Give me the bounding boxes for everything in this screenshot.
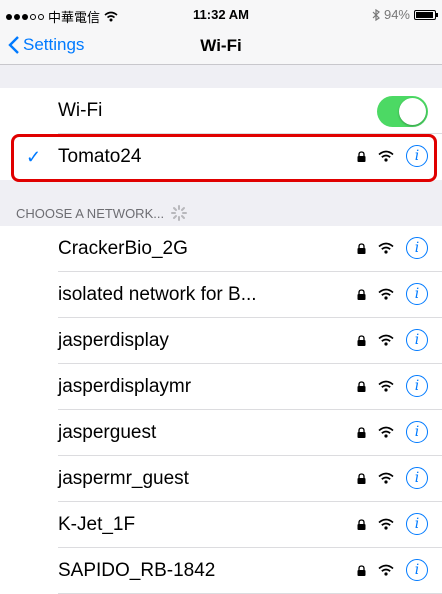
network-name: CrackerBio_2G bbox=[58, 238, 188, 259]
network-icons: i bbox=[357, 375, 428, 397]
wifi-toggle-switch[interactable] bbox=[377, 96, 428, 127]
wifi-signal-icon bbox=[378, 334, 394, 346]
network-name: jasperdisplaymr bbox=[58, 376, 192, 397]
wifi-signal-icon bbox=[378, 380, 394, 392]
network-icons: i bbox=[357, 237, 428, 259]
info-icon[interactable]: i bbox=[406, 559, 428, 581]
network-icons: i bbox=[357, 559, 428, 581]
network-icons: i bbox=[357, 513, 428, 535]
network-row[interactable]: SAPIDO_RB-1842 i bbox=[0, 548, 442, 594]
status-bar: 中華電信 11:32 AM 94% bbox=[0, 0, 442, 26]
info-icon[interactable]: i bbox=[406, 283, 428, 305]
network-list: CrackerBio_2G i isolated network for B..… bbox=[0, 226, 442, 594]
toggle-knob bbox=[399, 98, 426, 125]
section-header: CHOOSE A NETWORK... bbox=[16, 204, 188, 222]
lock-icon bbox=[357, 380, 366, 392]
battery-icon bbox=[414, 9, 438, 20]
network-icons: i bbox=[357, 283, 428, 305]
info-icon[interactable]: i bbox=[406, 467, 428, 489]
wifi-signal-icon bbox=[378, 518, 394, 530]
network-icons: i bbox=[357, 145, 428, 167]
network-row[interactable]: jasperguest i bbox=[0, 410, 442, 456]
wifi-signal-icon bbox=[378, 242, 394, 254]
lock-icon bbox=[357, 518, 366, 530]
wifi-signal-icon bbox=[378, 150, 394, 162]
wifi-signal-icon bbox=[378, 426, 394, 438]
network-row[interactable]: CrackerBio_2G i bbox=[0, 226, 442, 272]
lock-icon bbox=[357, 288, 366, 300]
network-row[interactable]: isolated network for B... i bbox=[0, 272, 442, 318]
wifi-signal-icon bbox=[378, 288, 394, 300]
lock-icon bbox=[357, 150, 366, 162]
network-row[interactable]: K-Jet_1F i bbox=[0, 502, 442, 548]
info-icon[interactable]: i bbox=[406, 237, 428, 259]
lock-icon bbox=[357, 426, 366, 438]
wifi-signal-icon bbox=[378, 564, 394, 576]
checkmark-icon: ✓ bbox=[26, 147, 42, 167]
network-row[interactable]: jasperdisplaymr i bbox=[0, 364, 442, 410]
section-header-label: CHOOSE A NETWORK... bbox=[16, 205, 165, 221]
lock-icon bbox=[357, 472, 366, 484]
status-right: 94% bbox=[372, 7, 438, 22]
info-icon[interactable]: i bbox=[406, 421, 428, 443]
network-row[interactable]: jaspermr_guest i bbox=[0, 456, 442, 502]
loading-spinner-icon bbox=[171, 205, 188, 221]
network-name: K-Jet_1F bbox=[58, 514, 136, 535]
connected-network-row[interactable]: ✓ Tomato24 i bbox=[0, 134, 442, 180]
connected-network-name: Tomato24 bbox=[58, 146, 142, 167]
network-row[interactable]: jasperdisplay i bbox=[0, 318, 442, 364]
bluetooth-icon bbox=[372, 8, 380, 21]
wifi-signal-icon bbox=[378, 472, 394, 484]
wifi-toggle-label: Wi-Fi bbox=[58, 100, 103, 121]
lock-icon bbox=[357, 242, 366, 254]
battery-percentage: 94% bbox=[383, 7, 410, 22]
wifi-settings-group: Wi-Fi ✓ Tomato24 i bbox=[0, 88, 442, 180]
network-name: jaspermr_guest bbox=[58, 468, 189, 489]
navigation-bar: Settings Wi-Fi bbox=[0, 26, 442, 65]
network-icons: i bbox=[357, 421, 428, 443]
lock-icon bbox=[357, 334, 366, 346]
network-icons: i bbox=[357, 467, 428, 489]
network-name: SAPIDO_RB-1842 bbox=[58, 560, 216, 581]
info-icon[interactable]: i bbox=[406, 375, 428, 397]
network-name: isolated network for B... bbox=[58, 284, 257, 305]
network-name: jasperdisplay bbox=[58, 330, 169, 351]
network-icons: i bbox=[357, 329, 428, 351]
page-title: Wi-Fi bbox=[200, 36, 242, 55]
wifi-toggle-row: Wi-Fi bbox=[0, 88, 442, 134]
info-icon[interactable]: i bbox=[406, 513, 428, 535]
info-icon[interactable]: i bbox=[406, 145, 428, 167]
info-icon[interactable]: i bbox=[406, 329, 428, 351]
network-name: jasperguest bbox=[58, 422, 157, 443]
